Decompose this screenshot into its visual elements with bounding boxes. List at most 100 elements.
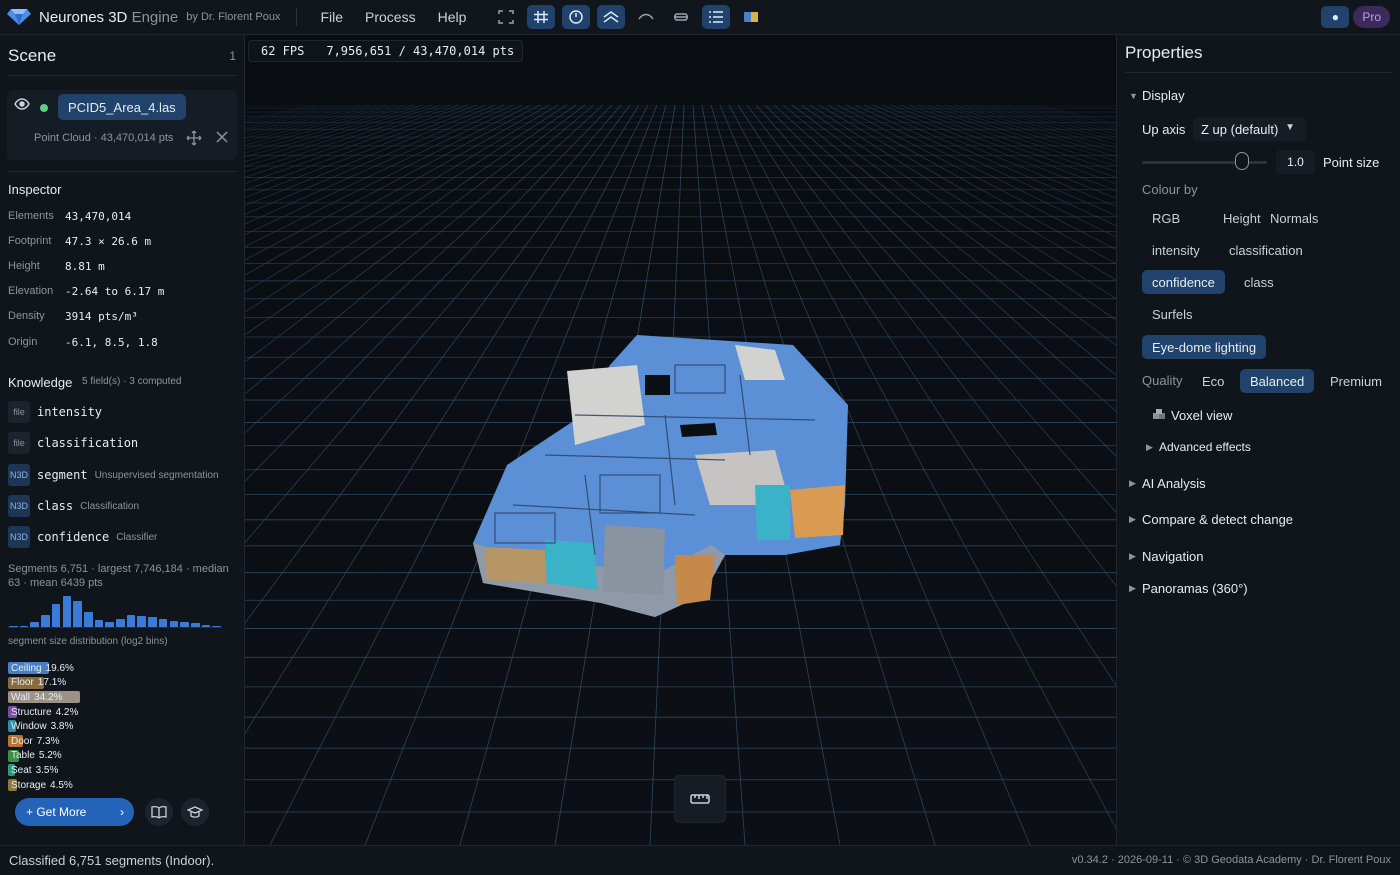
view-toolbar: [492, 5, 772, 29]
class-name: Storage: [11, 779, 47, 791]
field-segment[interactable]: N3D segment Unsupervised segmentation: [8, 464, 219, 486]
quality-premium[interactable]: Premium: [1320, 369, 1392, 393]
quality-eco[interactable]: Eco: [1192, 369, 1234, 393]
chevron-right-icon: ▶: [1146, 441, 1153, 452]
move-icon[interactable]: [186, 130, 202, 149]
colour-by-label: Colour by: [1142, 182, 1198, 197]
colour-option-normals[interactable]: Normals: [1260, 206, 1328, 230]
histogram-bar: [126, 615, 136, 627]
eye-dome-lighting-toggle[interactable]: Eye-dome lighting: [1142, 335, 1267, 359]
section-display[interactable]: ▼ Display: [1129, 88, 1185, 103]
class-distribution: Ceiling 19.6% Floor 17.1% Wall 34.2% Structure…: [8, 661, 238, 792]
point-cloud-render[interactable]: [245, 35, 1116, 845]
section-label: Advanced effects: [1159, 440, 1251, 454]
histogram-bar: [51, 604, 61, 627]
colour-option-rgb[interactable]: RGB: [1142, 206, 1190, 230]
section-ai-analysis[interactable]: ▶ AI Analysis: [1129, 476, 1206, 491]
histogram-bar: [9, 625, 18, 627]
menu-process[interactable]: Process: [354, 9, 427, 25]
section-panoramas[interactable]: ▶ Panoramas (360°): [1129, 581, 1248, 596]
orbit-icon[interactable]: [562, 5, 591, 29]
palette-icon[interactable]: [737, 5, 765, 29]
file-badge: file: [8, 432, 30, 454]
class-percent: 3.5%: [35, 764, 59, 776]
scene-title: Scene: [8, 46, 57, 65]
3d-viewport[interactable]: 62 FPS 7,956,651 / 43,470,014 pts: [245, 35, 1116, 845]
histogram-bar: [94, 619, 104, 627]
field-confidence[interactable]: N3D confidence Classifier: [8, 526, 157, 548]
inspector-value: 8.81 m: [65, 259, 105, 273]
fullscreen-icon[interactable]: [492, 5, 520, 29]
field-classification[interactable]: file classification: [8, 432, 138, 454]
inspector-value: 3914 pts/m³: [65, 309, 138, 323]
inspector-row: Height 8.81 m: [8, 257, 105, 275]
inspector-row: Density 3914 pts/m³: [8, 307, 138, 325]
up-axis-select[interactable]: Z up (default) ▼: [1193, 117, 1306, 141]
chevron-right-icon: ▶: [1129, 514, 1136, 524]
menu-help[interactable]: Help: [427, 9, 478, 25]
class-percent: 4.2%: [55, 706, 79, 718]
class-row: Storage 4.5%: [8, 778, 238, 793]
field-class[interactable]: N3D class Classification: [8, 495, 139, 517]
field-desc: Classification: [80, 500, 140, 512]
grid-icon[interactable]: [527, 5, 556, 29]
up-axis-label: Up axis: [1142, 122, 1186, 137]
inspector-title: Inspector: [8, 182, 62, 197]
chevron-right-icon: ▶: [1129, 583, 1136, 593]
class-percent: 34.2%: [34, 691, 63, 703]
slider-handle[interactable]: [1235, 152, 1249, 170]
properties-panel: Properties ▼ Display Up axis Z up (defaul…: [1116, 35, 1400, 845]
app-title: Neurones 3D Engine: [39, 8, 179, 26]
chevron-down-icon: ▼: [1129, 90, 1138, 101]
histogram-bar: [19, 625, 29, 627]
class-name: Floor: [11, 677, 34, 689]
scene-count: 1: [229, 49, 236, 63]
eye-icon[interactable]: [14, 98, 30, 113]
toggle-icon[interactable]: ●: [1321, 6, 1350, 28]
class-row: Table 5.2%: [8, 749, 238, 764]
list-icon[interactable]: [702, 5, 731, 29]
colour-option-confidence[interactable]: confidence: [1142, 270, 1225, 294]
knowledge-subtitle: 5 field(s) · 3 computed: [82, 376, 182, 387]
inspector-value: -2.64 to 6.17 m: [65, 284, 165, 298]
colour-option-surfels[interactable]: Surfels: [1142, 302, 1202, 326]
section-label: AI Analysis: [1142, 476, 1206, 491]
curve-icon[interactable]: [632, 5, 660, 29]
points-readout: 7,956,651 / 43,470,014 pts: [326, 44, 515, 58]
segment-stats: Segments 6,751 · largest 7,746,184 · med…: [8, 563, 229, 589]
histogram-bar: [30, 622, 40, 627]
file-name[interactable]: PCID5_Area_4.las: [58, 94, 186, 120]
colour-option-class[interactable]: class: [1234, 270, 1284, 294]
ruler-icon[interactable]: [674, 775, 726, 823]
pro-badge[interactable]: Pro: [1353, 6, 1390, 28]
field-intensity[interactable]: file intensity: [8, 401, 102, 423]
quality-balanced[interactable]: Balanced: [1240, 369, 1315, 393]
section-navigation[interactable]: ▶ Navigation: [1129, 549, 1203, 564]
menu-file[interactable]: File: [309, 9, 354, 25]
colour-option-intensity[interactable]: intensity: [1142, 238, 1210, 262]
section-label: Panoramas (360°): [1142, 581, 1248, 596]
inspector-key: Footprint: [8, 235, 52, 247]
field-name: confidence: [37, 530, 110, 544]
section-compare[interactable]: ▶ Compare & detect change: [1129, 512, 1293, 527]
scene-item[interactable]: PCID5_Area_4.las Point Cloud · 43,470,01…: [7, 90, 237, 160]
voxel-view-toggle[interactable]: Voxel view: [1171, 408, 1232, 423]
advanced-effects[interactable]: ▶ Advanced effects: [1146, 440, 1251, 454]
fps-readout: 62 FPS: [261, 44, 305, 58]
class-row: Seat 3.5%: [8, 763, 238, 778]
colour-option-classification[interactable]: classification: [1219, 238, 1313, 262]
histogram-bar: [158, 618, 168, 627]
file-badge: file: [8, 401, 30, 423]
section-icon[interactable]: [667, 5, 695, 29]
class-name: Door: [11, 735, 33, 747]
graduation-cap-icon[interactable]: [181, 798, 209, 826]
get-more-button[interactable]: + Get More ›: [15, 798, 134, 826]
status-bar: Classified 6,751 segments (Indoor). v0.3…: [0, 845, 1400, 875]
close-icon[interactable]: [215, 130, 229, 147]
layers-icon[interactable]: [597, 5, 626, 29]
point-size-input[interactable]: 1.0: [1276, 150, 1315, 174]
book-icon[interactable]: [145, 798, 173, 826]
render-stats: 62 FPS 7,956,651 / 43,470,014 pts: [248, 40, 524, 62]
class-row: Floor 17.1%: [8, 676, 238, 691]
chevron-down-icon: ▼: [1285, 122, 1295, 133]
